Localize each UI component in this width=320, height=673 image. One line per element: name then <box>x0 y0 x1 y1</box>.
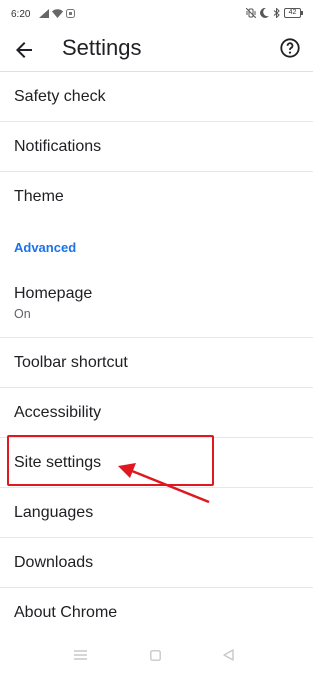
setting-site-settings[interactable]: Site settings <box>0 438 313 488</box>
arrow-back-icon[interactable] <box>12 38 36 62</box>
setting-label: About Chrome <box>14 604 118 621</box>
setting-status: On <box>14 307 31 321</box>
settings-list: Safety check Notifications Theme Advance… <box>0 72 313 638</box>
setting-accessibility[interactable]: Accessibility <box>0 388 313 438</box>
setting-theme[interactable]: Theme <box>0 172 313 222</box>
setting-label: Languages <box>14 504 94 521</box>
setting-label: Theme <box>14 188 64 205</box>
setting-languages[interactable]: Languages <box>0 488 313 538</box>
status-time: 6:20 <box>11 9 31 20</box>
setting-label: Site settings <box>14 454 102 471</box>
setting-label: Downloads <box>14 554 94 571</box>
setting-toolbar-shortcut[interactable]: Toolbar shortcut <box>0 338 313 388</box>
status-icons-left <box>39 9 75 18</box>
page-title: Settings <box>62 35 142 60</box>
setting-label: Safety check <box>14 88 106 105</box>
setting-downloads[interactable]: Downloads <box>0 538 313 588</box>
status-icons-right: 42 <box>246 8 303 18</box>
menu-icon[interactable] <box>74 650 87 660</box>
system-nav-bar <box>0 636 313 673</box>
battery-icon: 42 <box>284 8 303 18</box>
moon-icon <box>260 8 269 18</box>
setting-label: Homepage <box>14 285 93 302</box>
signal-icon <box>39 9 49 18</box>
section-header-advanced: Advanced <box>0 222 313 272</box>
setting-label: Toolbar shortcut <box>14 354 128 371</box>
home-icon[interactable] <box>150 650 161 661</box>
setting-label: Notifications <box>14 138 102 155</box>
setting-safety-check[interactable]: Safety check <box>0 72 313 122</box>
status-bar: 6:20 42 <box>0 0 313 30</box>
setting-notifications[interactable]: Notifications <box>0 122 313 172</box>
wifi-icon <box>52 9 63 18</box>
help-icon[interactable] <box>279 37 301 59</box>
app-bar: Settings <box>0 30 313 72</box>
section-label: Advanced <box>14 240 77 255</box>
setting-about-chrome[interactable]: About Chrome <box>0 588 313 638</box>
back-triangle-icon[interactable] <box>223 649 234 661</box>
setting-label: Accessibility <box>14 404 102 421</box>
notification-icon <box>66 9 75 18</box>
setting-homepage[interactable]: Homepage On <box>0 272 313 338</box>
vibrate-icon <box>246 8 256 18</box>
bluetooth-icon <box>273 8 280 18</box>
